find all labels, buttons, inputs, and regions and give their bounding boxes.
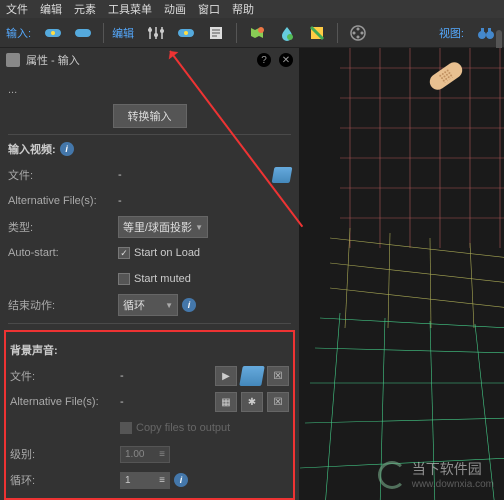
altfile-value: - (118, 195, 122, 207)
view-label: 视图: (439, 25, 464, 41)
startmuted-checkbox[interactable] (118, 273, 130, 285)
gear-icon[interactable]: ✱ (241, 392, 263, 412)
panel-title: 属性 - 输入 (26, 52, 80, 68)
panel-icon (6, 53, 20, 67)
startload-label: Start on Load (134, 247, 200, 259)
inputvideo-header: 输入视频: (8, 141, 56, 157)
viewport-3d[interactable] (300, 48, 504, 500)
info-icon[interactable]: i (60, 142, 74, 156)
open-file-icon[interactable] (239, 366, 265, 386)
add-icon[interactable]: ▦ (215, 392, 237, 412)
tool-pano-icon[interactable] (41, 22, 65, 44)
menu-window[interactable]: 窗口 (198, 1, 220, 17)
loop-input[interactable]: 1≡ (120, 472, 170, 489)
tool-binoculars-icon[interactable] (474, 22, 498, 44)
type-combo[interactable]: 等里/球面投影▼ (118, 216, 208, 238)
endaction-combo[interactable]: 循环▼ (118, 294, 178, 316)
tool-sliders-icon[interactable] (144, 22, 168, 44)
play-icon[interactable]: ▶ (215, 366, 237, 386)
menu-edit[interactable]: 编辑 (40, 1, 62, 17)
copyout-label: Copy files to output (136, 422, 230, 434)
file-label: 文件: (8, 167, 118, 183)
startload-checkbox[interactable]: ✓ (118, 247, 130, 259)
menu-toolmenu[interactable]: 工具菜单 (108, 1, 152, 17)
bg-altfile-label: Alternative File(s): (10, 396, 120, 408)
autostart-label: Auto-start: (8, 247, 118, 259)
menu-anim[interactable]: 动画 (164, 1, 186, 17)
type-label: 类型: (8, 219, 118, 235)
edit-label: 编辑 (112, 25, 134, 41)
endaction-label: 结束动作: (8, 297, 118, 313)
menu-element[interactable]: 元素 (74, 1, 96, 17)
watermark: 当下软件园www.downxia.com (378, 459, 494, 490)
menu-help[interactable]: 帮助 (232, 1, 254, 17)
close-icon[interactable]: ✕ (279, 53, 293, 67)
input-label: 输入: (6, 25, 31, 41)
tool-gmap-icon[interactable] (305, 22, 329, 44)
tool-pano3-icon[interactable] (174, 22, 198, 44)
tool-script-icon[interactable] (204, 22, 228, 44)
startmuted-label: Start muted (134, 273, 191, 285)
info-icon[interactable]: i (182, 298, 196, 312)
clear-icon[interactable]: ☒ (267, 392, 289, 412)
convert-button[interactable]: 转换输入 (113, 104, 187, 128)
tool-reel-icon[interactable] (346, 22, 370, 44)
tool-pano2-icon[interactable] (71, 22, 95, 44)
file-value: - (118, 169, 122, 181)
bg-file-label: 文件: (10, 368, 120, 384)
bgsound-header: 背景声音: (10, 342, 58, 358)
copyout-checkbox (120, 422, 132, 434)
menu-file[interactable]: 文件 (6, 1, 28, 17)
level-label: 级别: (10, 446, 120, 462)
clear-icon[interactable]: ☒ (267, 366, 289, 386)
open-file-icon[interactable] (272, 167, 293, 183)
info-icon[interactable]: i (174, 473, 188, 487)
highlighted-section: 背景声音: 文件:-▶☒ Alternative File(s):-▦✱☒ Co… (4, 330, 295, 500)
help-icon[interactable]: ? (257, 53, 271, 67)
tool-map-icon[interactable] (245, 22, 269, 44)
level-input[interactable]: 1.00≡ (120, 446, 170, 463)
loopct-label: 循环: (10, 472, 120, 488)
altfile-label: Alternative File(s): (8, 195, 118, 207)
tool-droplet-icon[interactable] (275, 22, 299, 44)
